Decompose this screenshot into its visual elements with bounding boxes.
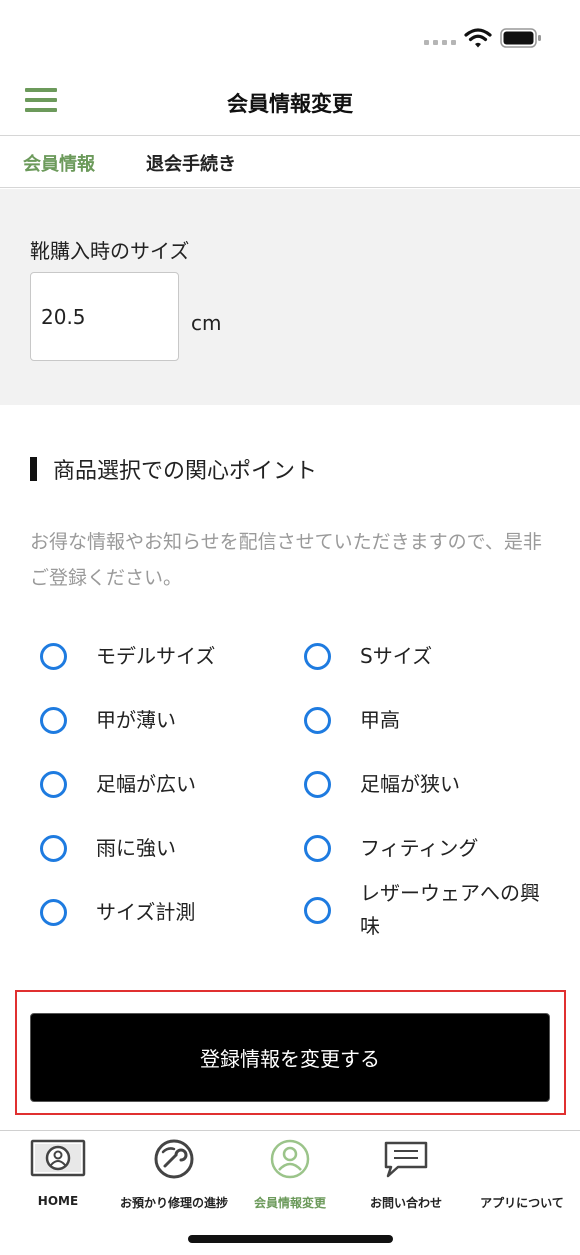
- option-leatherwear-interest[interactable]: レザーウェアへの興味: [304, 877, 550, 943]
- interests-notice: お得な情報やお知らせを配信させていただきますので、是非ご登録ください。: [30, 531, 542, 589]
- option-s-size[interactable]: Sサイズ: [304, 640, 432, 673]
- interests-heading-text: 商品選択での関心ポイント: [53, 459, 318, 484]
- nav-item-home[interactable]: HOME: [0, 1139, 116, 1219]
- interests-heading: 商品選択での関心ポイント: [30, 455, 318, 484]
- shoe-size-label: 靴購入時のサイズ: [30, 239, 190, 263]
- nav-label: 会員情報変更: [253, 1196, 326, 1210]
- repair-progress-icon: [154, 1139, 194, 1179]
- nav-label: HOME: [37, 1194, 79, 1208]
- app-header: 会員情報変更: [0, 72, 580, 136]
- option-rain-resistant[interactable]: 雨に強い: [40, 832, 176, 865]
- radio-button[interactable]: [304, 835, 331, 862]
- option-narrow-feet[interactable]: 足幅が狭い: [304, 768, 460, 801]
- nav-item-member-info[interactable]: 会員情報変更: [232, 1139, 348, 1219]
- status-bar: [0, 0, 580, 72]
- radio-button[interactable]: [40, 771, 67, 798]
- radio-button[interactable]: [40, 835, 67, 862]
- option-wide-feet[interactable]: 足幅が広い: [40, 768, 196, 801]
- tab-bar: 会員情報 退会手続き: [0, 136, 580, 188]
- option-label: 甲が薄い: [96, 708, 176, 732]
- option-model-size[interactable]: モデルサイズ: [40, 640, 215, 673]
- option-label: 甲高: [360, 708, 400, 732]
- option-fitting[interactable]: フィティング: [304, 832, 478, 865]
- nav-item-contact[interactable]: お問い合わせ: [348, 1139, 464, 1219]
- option-label: サイズ計測: [96, 900, 196, 924]
- option-high-instep[interactable]: 甲高: [304, 704, 400, 737]
- nav-label: お預かり修理の進捗: [119, 1196, 228, 1210]
- shoe-size-unit: cm: [191, 311, 222, 335]
- member-info-icon: [270, 1139, 310, 1179]
- option-thin-instep[interactable]: 甲が薄い: [40, 704, 176, 737]
- radio-button[interactable]: [304, 643, 331, 670]
- nav-item-about-app[interactable]: アプリについて: [464, 1139, 580, 1219]
- radio-button[interactable]: [304, 707, 331, 734]
- shoe-size-input[interactable]: [30, 272, 179, 361]
- tab-withdrawal[interactable]: 退会手続き: [146, 150, 236, 176]
- option-label: Sサイズ: [360, 644, 433, 668]
- radio-button[interactable]: [40, 643, 67, 670]
- option-label: 足幅が広い: [96, 772, 196, 796]
- radio-button[interactable]: [304, 896, 331, 924]
- radio-button[interactable]: [40, 899, 67, 926]
- home-icon: [30, 1139, 86, 1177]
- signal-icon: [424, 40, 456, 45]
- home-indicator: [188, 1235, 393, 1243]
- option-label: 雨に強い: [96, 836, 176, 860]
- option-label: モデルサイズ: [96, 644, 216, 668]
- option-label: 足幅が狭い: [360, 772, 460, 796]
- chat-bubble-icon: [384, 1141, 428, 1178]
- nav-item-repair-progress[interactable]: お預かり修理の進捗: [116, 1139, 232, 1219]
- nav-label: アプリについて: [480, 1196, 564, 1210]
- tab-member-info[interactable]: 会員情報: [23, 150, 95, 176]
- submit-button[interactable]: 登録情報を変更する: [30, 1013, 550, 1102]
- option-size-measurement[interactable]: サイズ計測: [40, 896, 195, 929]
- wifi-icon: [464, 28, 492, 48]
- option-label: レザーウェアへの興味: [360, 881, 540, 938]
- shoe-size-section: 靴購入時のサイズ cm: [0, 189, 580, 405]
- page-title: 会員情報変更: [227, 92, 353, 116]
- battery-icon: [500, 28, 541, 48]
- nav-label: お問い合わせ: [369, 1196, 442, 1210]
- heading-marker: [30, 457, 37, 481]
- option-label: フィティング: [360, 836, 479, 860]
- radio-button[interactable]: [40, 707, 67, 734]
- radio-button[interactable]: [304, 771, 331, 798]
